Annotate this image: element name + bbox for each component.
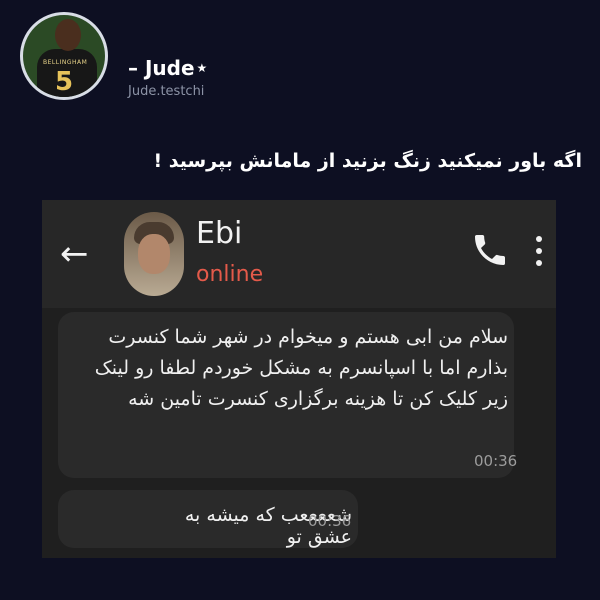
star-icon: ★ bbox=[196, 61, 208, 75]
chat-header: ← Ebi online bbox=[42, 200, 556, 308]
jersey-name: BELLINGHAM bbox=[43, 59, 88, 66]
back-arrow-icon[interactable]: ← bbox=[60, 234, 89, 274]
message-bubble-incoming[interactable]: سلام من ابی هستم و میخوام در شهر شما کنس… bbox=[58, 312, 518, 478]
message-text: سلام من ابی هستم و میخوام در شهر شما کنس… bbox=[94, 326, 508, 410]
contact-face bbox=[138, 234, 170, 274]
display-name-text: – Jude bbox=[128, 56, 195, 80]
message-time: 00:36 bbox=[474, 452, 518, 470]
display-name[interactable]: – Jude ★ bbox=[128, 56, 207, 80]
avatar-head bbox=[55, 19, 81, 51]
message-bubble-incoming[interactable]: شععععب که میشه به عشق تو 00:36 bbox=[58, 490, 358, 548]
user-handle[interactable]: Jude.testchi bbox=[128, 84, 204, 99]
chat-screenshot: ← Ebi online سلام من ابی هستم و میخوام د… bbox=[42, 200, 556, 558]
message-time: 00:36 bbox=[308, 512, 352, 530]
more-vert-icon[interactable] bbox=[536, 236, 548, 276]
jersey-number: 5 bbox=[55, 67, 74, 97]
post-header: BELLINGHAM 5 – Jude ★ Jude.testchi bbox=[20, 12, 580, 106]
profile-avatar[interactable]: BELLINGHAM 5 bbox=[20, 12, 108, 100]
post-caption: اگه باور نمیکنید زنگ بزنید از مامانش بپر… bbox=[153, 150, 582, 172]
phone-icon[interactable] bbox=[470, 230, 510, 270]
contact-name[interactable]: Ebi bbox=[196, 216, 242, 251]
contact-status: online bbox=[196, 262, 264, 287]
contact-avatar[interactable] bbox=[124, 212, 184, 296]
